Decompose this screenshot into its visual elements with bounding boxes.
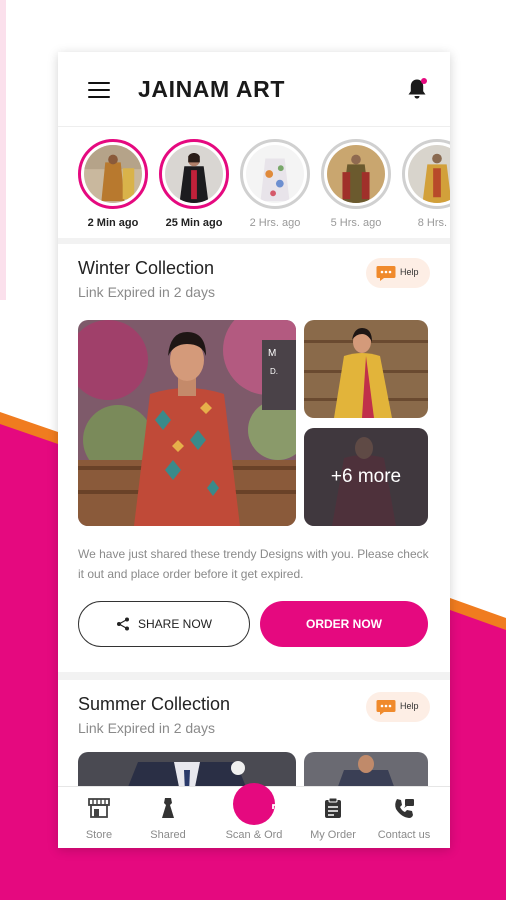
story-ring [240,139,310,209]
model-photo: M D. [78,320,296,526]
story-ring [402,139,450,209]
story-thumbnail [246,145,304,203]
story-thumbnail [408,145,450,203]
dress-icon [162,798,174,818]
story-time: 5 Hrs. ago [330,217,382,229]
story-item[interactable]: 5 Hrs. ago [317,139,395,229]
story-time: 8 Hrs. a [417,217,450,229]
notification-bell-icon[interactable] [404,76,430,102]
story-time: 25 Min ago [165,217,223,229]
nav-label: Contact us [377,829,431,841]
story-time: 2 Hrs. ago [249,217,301,229]
help-label: Help [400,267,419,277]
nav-label: Scan & Ord [225,829,283,841]
clipboard-icon [325,797,341,818]
nav-label: Shared [150,829,186,841]
story-time: 2 Min ago [87,217,139,229]
share-now-button[interactable]: SHARE NOW [78,601,250,647]
story-ring [321,139,391,209]
order-now-label: ORDER NOW [306,617,382,631]
app-title: JAINAM ART [138,76,285,102]
collection-title: Winter Collection [78,258,215,278]
collection-title: Summer Collection [78,694,231,714]
collection-description: We have just shared these trendy Designs… [78,547,429,581]
nav-item-scan-order[interactable]: Scan & Ord [215,783,293,848]
chat-help-icon [376,266,396,281]
collection-expiry: Link Expired in 2 days [78,720,215,736]
nav-item-my-order[interactable]: My Order [294,787,372,848]
nav-label: My Order [310,829,356,841]
share-icon [116,617,129,631]
collection-main-photo[interactable]: M D. [78,320,296,526]
nav-item-contact-us[interactable]: Contact us [365,787,443,848]
phone-contact-icon [395,799,414,818]
story-item[interactable]: 2 Hrs. ago [236,139,314,229]
story-item[interactable]: 25 Min ago [155,139,233,229]
nav-item-shared[interactable]: Shared [129,787,207,848]
store-icon [88,798,110,818]
collection-side-photo[interactable] [304,320,428,418]
help-button[interactable]: Help [366,258,430,288]
help-label: Help [400,701,419,711]
svg-text:M: M [268,348,276,359]
story-ring [159,139,229,209]
stories-strip: 2 Min ago 25 Min ago 2 Hrs. ago 5 Hrs. a… [58,126,450,238]
hamburger-menu-icon[interactable] [88,82,110,98]
chat-help-icon [376,700,396,715]
nav-label: Store [85,829,113,841]
more-count-label: +6 more [304,428,428,526]
app-screen: JAINAM ART 2 Min ago 25 Min ago 2 Hrs. a… [58,52,450,848]
share-now-label: SHARE NOW [137,617,212,631]
more-photos-tile[interactable]: +6 more [304,428,428,526]
model-photo [304,320,428,418]
bottom-navigation: Store Shared Scan & Ord My Order Contact… [58,783,450,848]
story-item[interactable]: 2 Min ago [74,139,152,229]
story-thumbnail [84,145,142,203]
story-thumbnail [327,145,385,203]
app-bar: JAINAM ART [58,52,450,126]
collection-expiry: Link Expired in 2 days [78,284,215,300]
help-button[interactable]: Help [366,692,430,722]
scan-fab[interactable] [233,783,292,825]
collection-card-summer: Summer Collection Link Expired in 2 days… [58,680,450,792]
story-thumbnail [165,145,223,203]
story-item[interactable]: 8 Hrs. a [398,139,450,229]
order-now-button[interactable]: ORDER NOW [260,601,428,647]
story-ring [78,139,148,209]
svg-text:D.: D. [270,367,278,376]
nav-item-store[interactable]: Store [60,787,138,848]
